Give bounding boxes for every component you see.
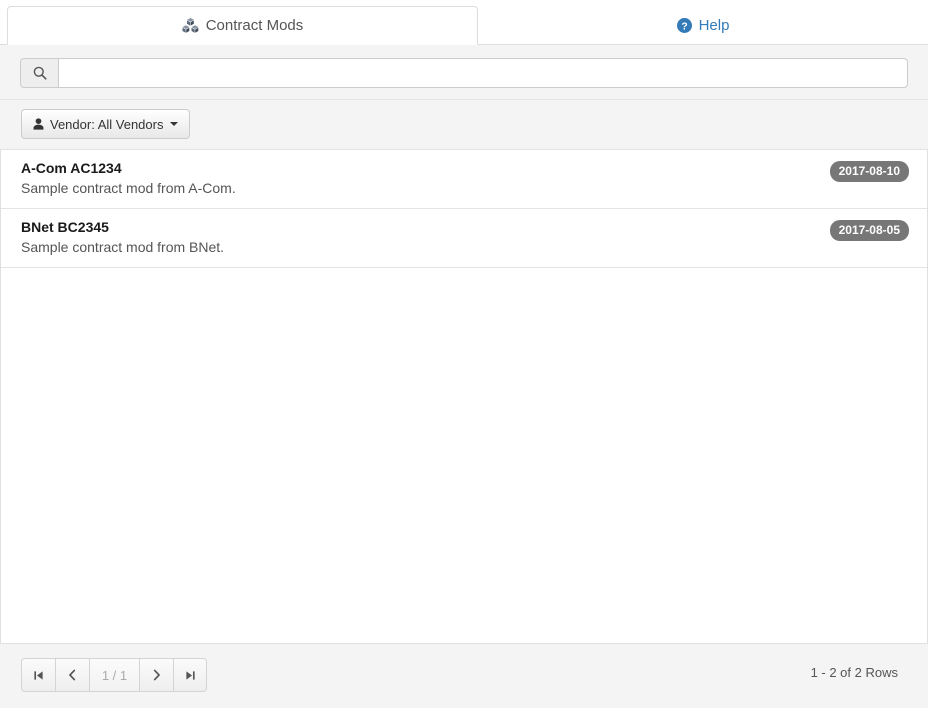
- row-count-label: 1 - 2 of 2 Rows: [811, 665, 898, 680]
- svg-text:?: ?: [681, 21, 687, 32]
- list-item-date-badge: 2017-08-05: [830, 220, 909, 241]
- search-toolbar: [0, 45, 928, 100]
- app-root: Contract Mods ? Help: [0, 0, 928, 708]
- pager-next-button[interactable]: [139, 658, 173, 692]
- list-item-title: A-Com AC1234: [21, 159, 909, 178]
- vendor-filter-label: Vendor: All Vendors: [50, 118, 163, 131]
- caret-down-icon: [170, 122, 178, 126]
- pager-last-button[interactable]: [173, 658, 207, 692]
- tab-help[interactable]: ? Help: [478, 6, 928, 45]
- tab-contract-mods-label: Contract Mods: [206, 18, 304, 33]
- tab-contract-mods[interactable]: Contract Mods: [7, 6, 478, 45]
- pager-first-button[interactable]: [21, 658, 55, 692]
- search-input-group: [20, 58, 908, 88]
- cubes-icon: [182, 18, 199, 33]
- list-item[interactable]: BNet BC2345 Sample contract mod from BNe…: [1, 209, 927, 268]
- contract-mods-list: A-Com AC1234 Sample contract mod from A-…: [0, 150, 928, 643]
- pagination-controls: 1 / 1: [21, 658, 207, 692]
- search-input[interactable]: [58, 58, 908, 88]
- search-icon[interactable]: [20, 58, 58, 88]
- vendor-filter-dropdown[interactable]: Vendor: All Vendors: [21, 109, 190, 139]
- list-empty-space: [1, 268, 927, 643]
- list-item[interactable]: A-Com AC1234 Sample contract mod from A-…: [1, 150, 927, 209]
- tab-strip: Contract Mods ? Help: [0, 0, 928, 45]
- tab-help-label: Help: [699, 18, 730, 33]
- list-item-title: BNet BC2345: [21, 218, 909, 237]
- list-item-description: Sample contract mod from A-Com.: [21, 179, 909, 198]
- user-icon: [33, 118, 44, 130]
- list-item-date-badge: 2017-08-10: [830, 161, 909, 182]
- question-circle-icon: ?: [677, 18, 692, 33]
- pager-prev-button[interactable]: [55, 658, 89, 692]
- list-item-description: Sample contract mod from BNet.: [21, 238, 909, 257]
- pagination-footer: 1 / 1 1 - 2 of 2 Rows: [0, 643, 928, 708]
- pager-page-indicator: 1 / 1: [89, 658, 139, 692]
